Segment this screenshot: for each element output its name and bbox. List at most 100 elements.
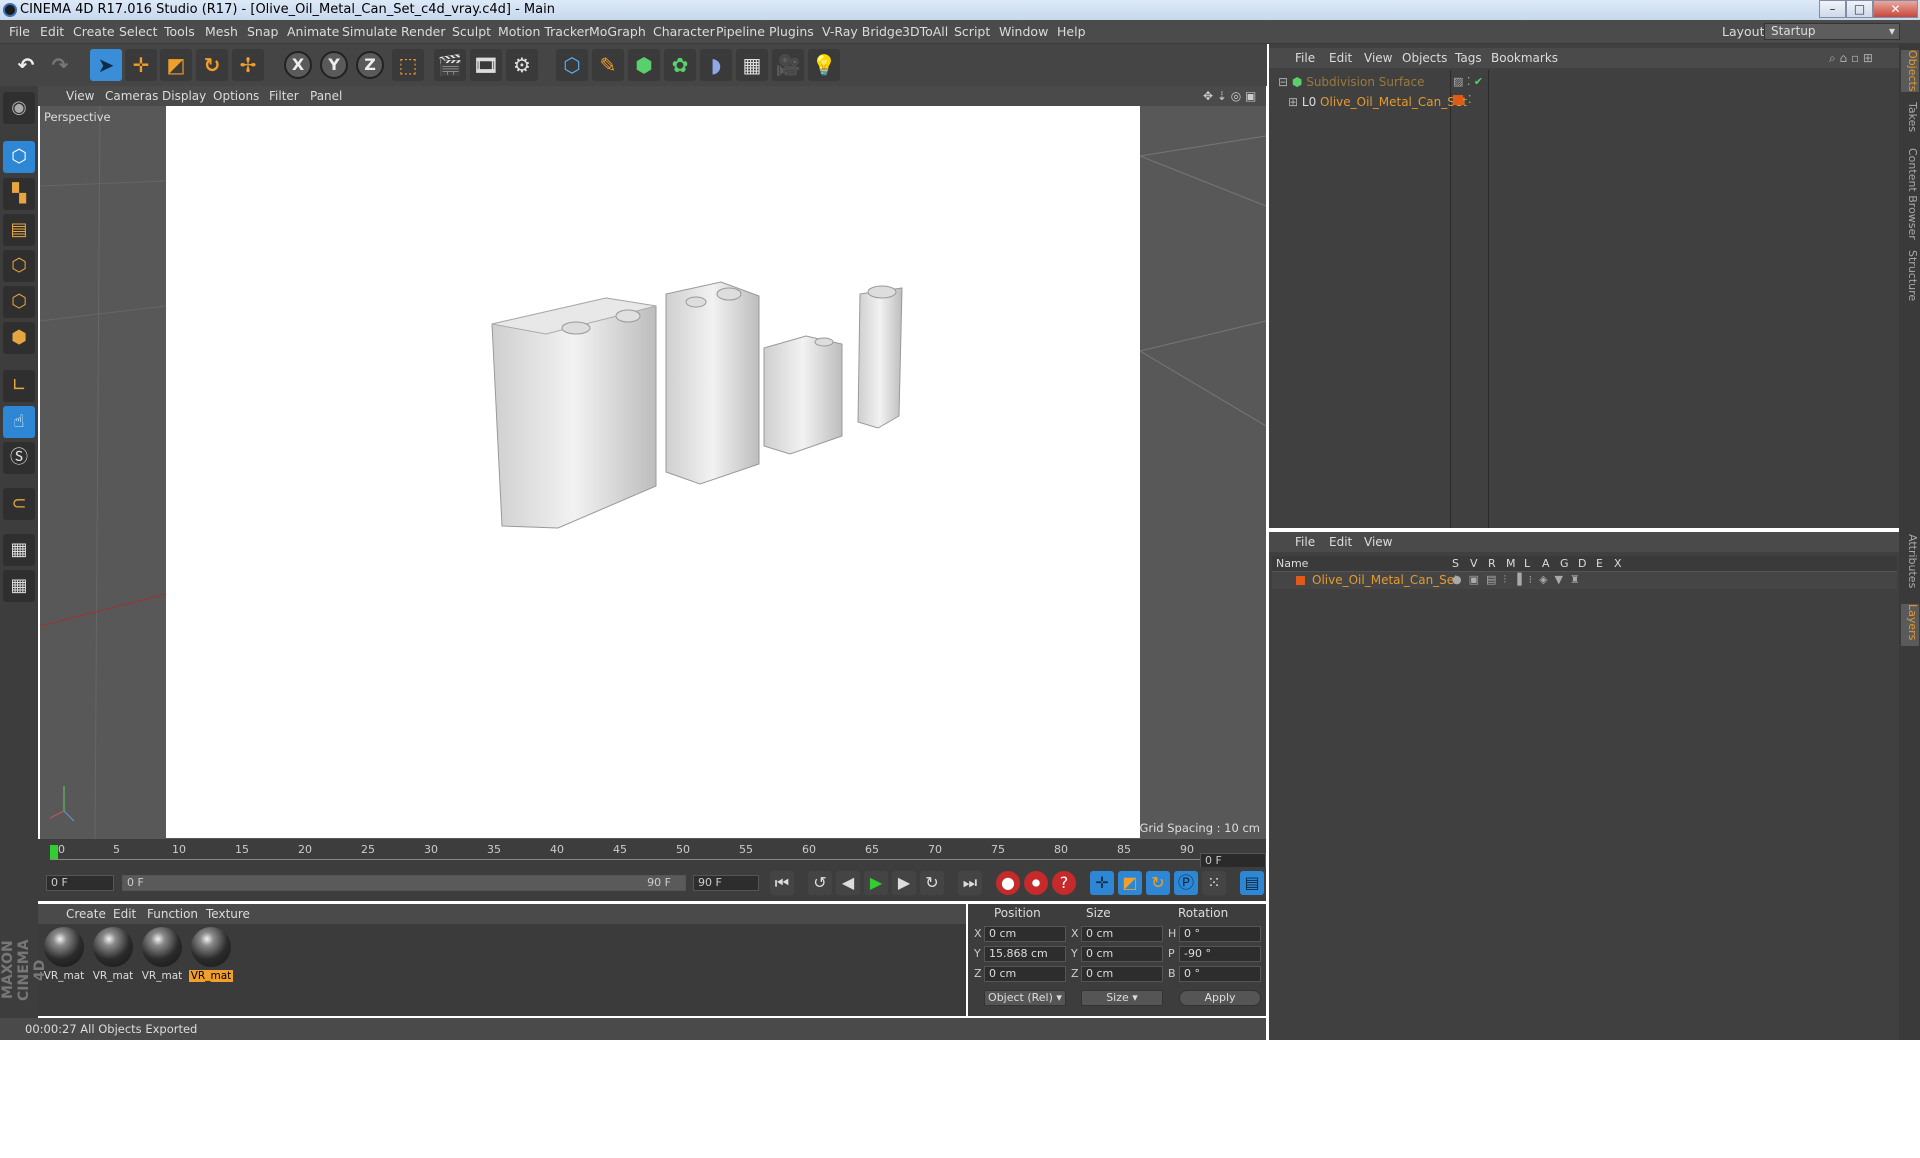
tab-structure[interactable]: Structure [1901,250,1919,302]
texture-mode-icon[interactable]: ▚ [3,178,35,210]
menu-file[interactable]: File [9,20,30,44]
tab-content-browser[interactable]: Content Browser [1901,148,1919,240]
layer-menu-file[interactable]: File [1295,532,1315,552]
layer-row[interactable]: Olive_Oil_Metal_Can_Set ●▣▤⫶▐⁝◈▼♜ [1272,572,1897,589]
rotation-h-field[interactable]: 0 ° [1179,926,1261,942]
solo-mode-icon[interactable]: Ⓢ [3,442,35,474]
camera-icon[interactable]: 🎥 [772,49,804,81]
workplane-mode-icon[interactable]: ▤ [3,214,35,246]
object-visibility-toggles[interactable]: ▨ ⁚ ✔ [1453,75,1483,88]
object-name[interactable]: Subdivision Surface [1306,75,1424,89]
layer-color-swatch[interactable] [1296,576,1305,585]
menu-select[interactable]: Select [119,20,158,44]
rotation-b-field[interactable]: 0 ° [1179,966,1261,982]
previous-frame-icon[interactable]: ◀ [836,871,860,895]
menu-window[interactable]: Window [999,20,1048,44]
timeline-ruler[interactable]: 0 5 10 15 20 25 30 35 40 45 50 55 60 65 … [38,839,1266,867]
edges-mode-icon[interactable]: ⬡ [3,286,35,318]
menu-render[interactable]: Render [401,20,446,44]
tab-objects[interactable]: Objects [1901,50,1919,92]
menu-script[interactable]: Script [954,20,990,44]
obj-menu-tags[interactable]: Tags [1455,48,1482,68]
go-to-start-icon[interactable]: ⏮ [770,871,794,895]
material-menu-create[interactable]: Create [66,904,106,924]
obj-menu-file[interactable]: File [1295,48,1315,68]
menu-plugins[interactable]: Plugins [769,20,814,44]
obj-menu-edit[interactable]: Edit [1329,48,1352,68]
material-swatch[interactable]: VR_mat [42,927,86,987]
viewport-menu-options[interactable]: Options [213,86,259,106]
search-icon[interactable]: ⌕ ⌂ ▫ ⊞ [1829,48,1873,68]
obj-menu-objects[interactable]: Objects [1402,48,1447,68]
layer-name[interactable]: Olive_Oil_Metal_Can_Set [1312,573,1459,587]
timeline-window-icon[interactable]: ▤ [1240,871,1264,895]
material-swatch[interactable]: VR_mat [140,927,184,987]
menu-edit[interactable]: Edit [40,20,64,44]
position-x-field[interactable]: 0 cm [984,926,1066,942]
model-mode-icon[interactable]: ⬡ [3,141,35,173]
expand-icon[interactable]: ⊞ [1288,95,1298,109]
viewport-menu-view[interactable]: View [66,86,94,106]
menu-motion-tracker[interactable]: Motion Tracker [498,20,589,44]
rotation-p-field[interactable]: -90 ° [1179,946,1261,962]
next-key-icon[interactable]: ↻ [920,871,944,895]
keyframe-selection-icon[interactable]: ? [1052,871,1076,895]
workplane-lock-icon[interactable]: ▦ [3,534,35,566]
start-frame-field[interactable]: 0 F [46,875,114,891]
coordinate-mode-select[interactable]: Object (Rel) ▾ [984,990,1066,1006]
light-icon[interactable]: 💡 [808,49,840,81]
floor-scene-icon[interactable]: ▦ [736,49,768,81]
redo-icon[interactable]: ↷ [44,49,76,81]
menu-snap[interactable]: Snap [247,20,278,44]
menu-simulate[interactable]: Simulate [342,20,397,44]
position-z-field[interactable]: 0 cm [984,966,1066,982]
viewport-menu-filter[interactable]: Filter [269,86,299,106]
mograph-cloner-icon[interactable]: ✿ [664,49,696,81]
close-window-button[interactable]: ✕ [1873,0,1918,18]
render-settings-icon[interactable]: ⚙ [506,49,538,81]
autokeying-icon[interactable]: ⏺ [1024,871,1048,895]
size-mode-select[interactable]: Size ▾ [1081,990,1163,1006]
menu-pipeline[interactable]: Pipeline [716,20,765,44]
visibility-dots-icon[interactable]: ⁚ [1468,93,1472,106]
tweak-mode-icon[interactable]: ☝ [3,406,35,438]
record-active-objects-icon[interactable]: ● [996,871,1020,895]
material-swatch-selected[interactable]: VR_mat [189,927,233,987]
y-axis-lock-button[interactable]: Y [320,51,348,79]
move-tool-icon[interactable]: ✛ [125,49,157,81]
enabled-check-icon[interactable]: ✔ [1474,75,1483,88]
menu-character[interactable]: Character [653,20,715,44]
tab-attributes[interactable]: Attributes [1901,534,1919,596]
menu-vray-bridge[interactable]: V-Ray Bridge [822,20,903,44]
collapse-icon[interactable]: ⊟ [1278,75,1288,89]
viewport-menu-panel[interactable]: Panel [310,86,342,106]
frame-range-slider[interactable]: 0 F 90 F [122,875,686,891]
transform-tool-icon[interactable]: ✢ [232,49,264,81]
cube-object-icon[interactable]: ⬡ [556,49,588,81]
object-row-subdivision[interactable]: ⊟ ⬢ Subdivision Surface [1278,73,1425,91]
tab-takes[interactable]: Takes [1901,102,1919,138]
menu-create[interactable]: Create [73,20,115,44]
previous-key-icon[interactable]: ↺ [808,871,832,895]
size-z-field[interactable]: 0 cm [1081,966,1163,982]
viewport-navigate-icon[interactable]: ✥ ⇣ ◎ ▣ [1203,86,1256,106]
z-axis-lock-button[interactable]: Z [356,51,384,79]
layer-toggle-icons[interactable]: ●▣▤⫶▐⁝◈▼♜ [1452,573,1587,587]
make-editable-icon[interactable]: ◉ [3,92,35,124]
menu-tools[interactable]: Tools [164,20,195,44]
scale-tool-icon[interactable]: ◩ [160,49,192,81]
material-menu-edit[interactable]: Edit [113,904,136,924]
layer-menu-view[interactable]: View [1364,532,1392,552]
coordinate-system-icon[interactable]: ⬚ [392,49,424,81]
obj-menu-view[interactable]: View [1364,48,1392,68]
menu-mograph[interactable]: MoGraph [589,20,646,44]
viewport-menu-display[interactable]: Display [162,86,206,106]
key-rotation-icon[interactable]: ↻ [1146,871,1170,895]
key-parameter-icon[interactable]: Ⓟ [1174,871,1198,895]
subdivision-generator-icon[interactable]: ⬢ [628,49,660,81]
axis-mode-icon[interactable]: ∟ [3,370,35,402]
material-swatch[interactable]: VR_mat [91,927,135,987]
spline-pen-icon[interactable]: ✎ [592,49,624,81]
next-frame-icon[interactable]: ▶ [892,871,916,895]
key-point-level-icon[interactable]: ⁙ [1202,871,1226,895]
